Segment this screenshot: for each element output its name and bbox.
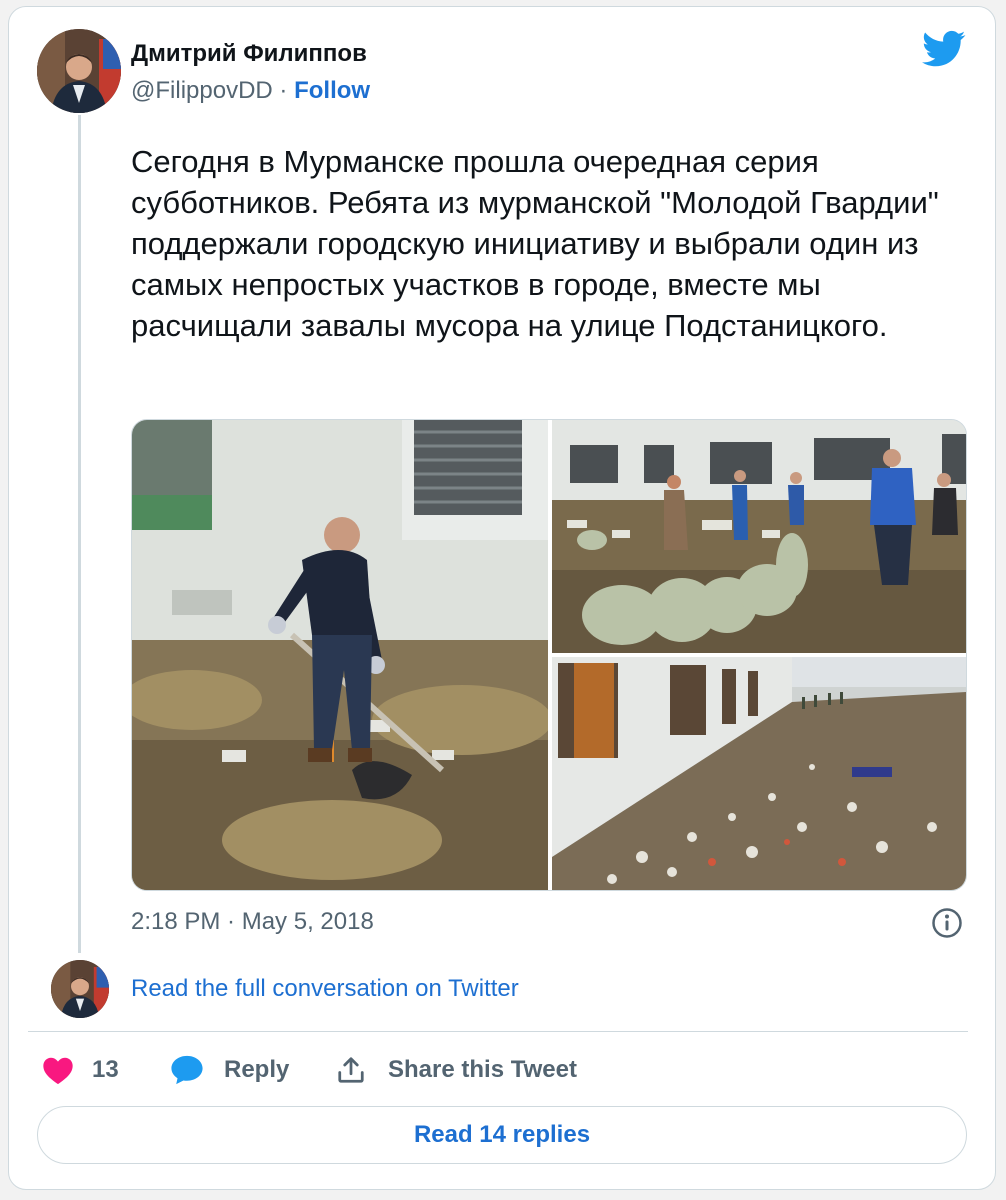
photo-man-raking-trash[interactable] (132, 420, 548, 890)
author-handle[interactable]: @FilippovDD (131, 77, 273, 104)
handle-separator: · (279, 77, 288, 104)
share-label: Share this Tweet (388, 1056, 577, 1083)
like-count: 13 (92, 1056, 119, 1083)
reply-label: Reply (224, 1056, 290, 1083)
speech-bubble-icon (171, 1055, 203, 1085)
like-button[interactable]: 13 (42, 1050, 119, 1090)
photo-littered-alley[interactable] (552, 657, 966, 890)
share-upload-icon (338, 1057, 364, 1083)
twitter-bird-icon[interactable] (922, 30, 966, 68)
reply-button[interactable]: Reply (170, 1050, 289, 1090)
heart-icon (43, 1057, 73, 1085)
author-avatar[interactable] (37, 29, 121, 113)
tweet-photo-grid (131, 419, 967, 891)
thread-connector-line (78, 115, 81, 953)
author-handle-row: @FilippovDD · Follow (131, 77, 370, 105)
photo-volunteers-with-bags[interactable] (552, 420, 966, 653)
follow-button[interactable]: Follow (294, 77, 370, 104)
read-replies-button[interactable]: Read 14 replies (37, 1106, 967, 1164)
read-full-conversation-link[interactable]: Read the full conversation on Twitter (131, 975, 519, 1003)
author-name[interactable]: Дмитрий Филиппов (131, 40, 367, 68)
tweet-timestamp[interactable]: 2:18 PM · May 5, 2018 (131, 908, 374, 936)
share-button[interactable]: Share this Tweet (336, 1050, 577, 1090)
info-icon[interactable] (931, 907, 963, 939)
conversation-avatar[interactable] (51, 960, 109, 1018)
tweet-text: Сегодня в Мурманске прошла очередная сер… (131, 144, 939, 343)
actions-divider (28, 1031, 968, 1032)
